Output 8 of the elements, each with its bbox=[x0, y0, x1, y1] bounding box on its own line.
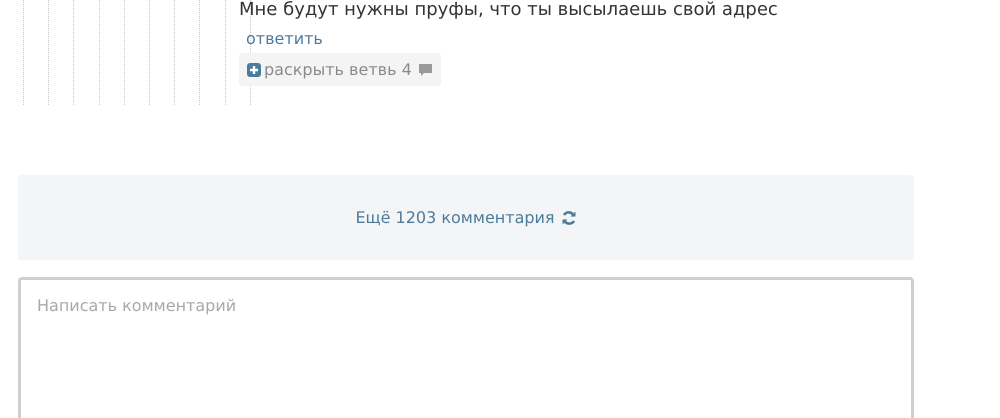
comment-field[interactable]: Написать комментарий bbox=[18, 277, 914, 418]
comment-text: Мне будут нужны пруфы, что ты высылаешь свой адрес bbox=[239, 0, 778, 22]
speech-bubble-icon bbox=[418, 62, 433, 76]
expand-thread-button[interactable]: раскрыть ветвь 4 bbox=[239, 53, 441, 86]
reply-link[interactable]: ответить bbox=[246, 29, 323, 49]
load-more-comments-button[interactable]: Ещё 1203 комментария bbox=[18, 175, 914, 260]
plus-icon bbox=[247, 62, 261, 76]
refresh-icon bbox=[560, 210, 577, 226]
